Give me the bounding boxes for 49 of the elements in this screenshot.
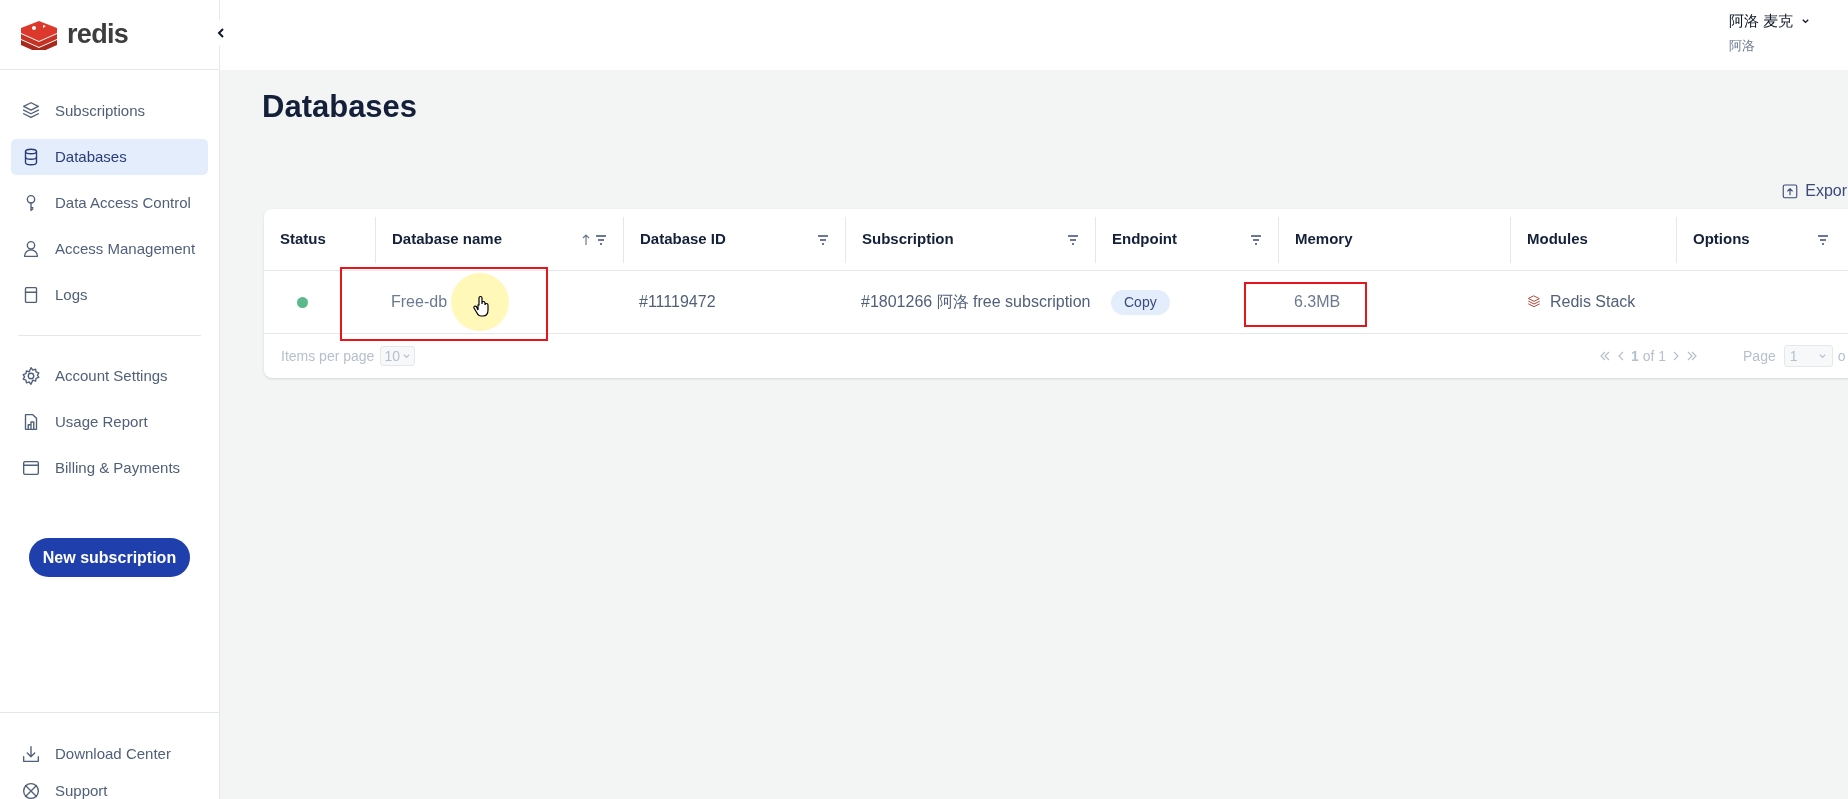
column-header[interactable]: Status	[280, 228, 359, 251]
table-cell-text: 6.3MB	[1294, 292, 1341, 312]
chevron-left-icon	[215, 27, 227, 39]
column-header[interactable]: Database name	[392, 228, 581, 251]
sidebar-item[interactable]: Databases	[11, 139, 208, 175]
sidebar-item[interactable]: Data Access Control	[11, 185, 208, 221]
sidebar-item[interactable]: Usage Report	[11, 404, 208, 440]
sidebar-item[interactable]: Logs	[11, 277, 208, 313]
copy-button[interactable]: Copy	[1111, 289, 1170, 315]
table-cell[interactable]: Free-db	[391, 290, 448, 314]
caret-icon	[1801, 16, 1811, 26]
page-range: 1 of 1	[1630, 346, 1666, 366]
filter-icon[interactable]	[817, 234, 829, 245]
logo-text: redis	[67, 21, 129, 48]
column-header[interactable]: Endpoint	[1112, 228, 1250, 251]
filter-icon[interactable]	[1067, 234, 1079, 245]
caret-icon	[401, 351, 411, 361]
export-button[interactable]: Expor	[1781, 173, 1847, 209]
table-cell-text: Redis Stack	[1550, 292, 1636, 312]
page-total: o	[1837, 346, 1846, 366]
filter-icon[interactable]	[595, 234, 607, 245]
user-menu[interactable]: 阿洛 麦克	[1729, 10, 1822, 33]
table-cell-text: #1801266 阿洛 free subscription	[861, 292, 1091, 312]
column-header[interactable]: Options	[1693, 228, 1817, 251]
page-label: Page	[1743, 346, 1776, 366]
page-title: Databases	[262, 88, 419, 126]
new-subscription-button[interactable]: New subscription	[29, 538, 190, 577]
sidebar-item[interactable]: Access Management	[11, 231, 208, 267]
filter-icon[interactable]	[1250, 234, 1262, 245]
caret-icon	[1817, 351, 1827, 361]
account-name: 阿洛	[1729, 36, 1756, 55]
sidebar-item[interactable]: Account Settings	[11, 358, 208, 394]
column-header[interactable]: Modules	[1527, 228, 1660, 251]
logo-icon	[19, 19, 59, 50]
sort-arrow-icon[interactable]	[581, 233, 591, 246]
sidebar-item[interactable]: Billing & Payments	[11, 450, 208, 486]
settings-icon	[20, 365, 42, 387]
table-cell-text: #11119472	[639, 292, 716, 312]
upload-icon	[1781, 182, 1800, 200]
filter-icon[interactable]	[1817, 234, 1829, 245]
sidebar-item[interactable]: Support	[11, 779, 208, 799]
layers-icon	[1526, 294, 1542, 310]
column-header[interactable]: Subscription	[862, 228, 1067, 251]
cursor-highlight	[451, 273, 509, 331]
column-header[interactable]: Memory	[1295, 228, 1494, 251]
sidebar-item[interactable]: Download Center	[11, 743, 208, 766]
items-per-page-label: Items per page	[281, 346, 375, 366]
sidebar-item[interactable]: Subscriptions	[11, 93, 208, 129]
column-header[interactable]: Database ID	[640, 228, 817, 251]
